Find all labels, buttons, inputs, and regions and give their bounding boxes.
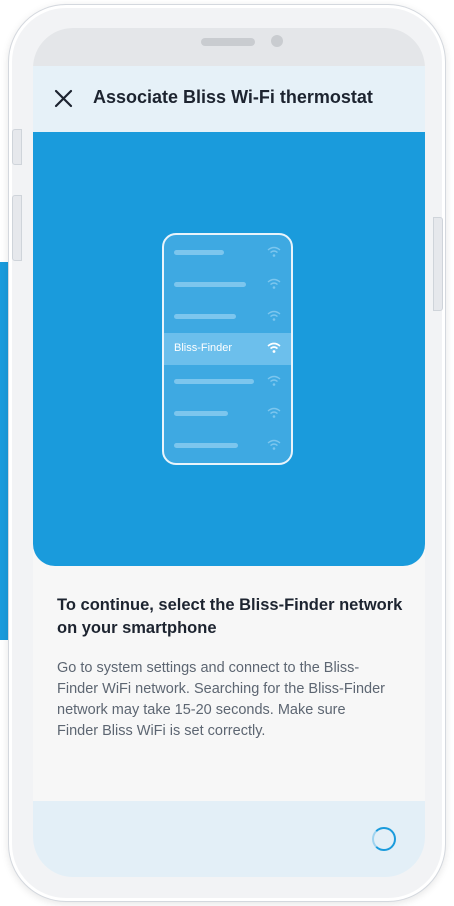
loading-spinner-icon [372, 827, 396, 851]
mute-switch [12, 129, 22, 165]
wifi-icon [267, 375, 281, 386]
phone-screen: Associate Bliss Wi-Fi thermostat Bliss-F… [33, 28, 425, 877]
footer-bar [33, 801, 425, 877]
volume-button [12, 195, 22, 261]
network-list-illustration: Bliss-Finder [162, 233, 293, 465]
wifi-icon [267, 407, 281, 418]
app-header: Associate Bliss Wi-Fi thermostat [33, 66, 425, 132]
network-placeholder-row [164, 366, 291, 398]
wifi-icon [267, 439, 281, 450]
network-placeholder-row [164, 269, 291, 301]
power-button [433, 217, 443, 311]
network-name: Bliss-Finder [174, 342, 233, 354]
network-placeholder-row [164, 301, 291, 333]
network-placeholder-row [164, 430, 291, 462]
wifi-icon [267, 278, 281, 289]
network-placeholder-row [164, 237, 291, 269]
wifi-icon [267, 246, 281, 257]
network-placeholder-row [164, 398, 291, 430]
wifi-icon [267, 310, 281, 321]
close-icon [54, 89, 73, 108]
page-title: Associate Bliss Wi-Fi thermostat [93, 87, 373, 107]
instructions-section: To continue, select the Bliss-Finder net… [33, 566, 425, 801]
speaker-grille [201, 38, 255, 46]
network-item-selected: Bliss-Finder [164, 333, 291, 365]
wifi-icon [267, 342, 281, 353]
instructions-heading: To continue, select the Bliss-Finder net… [57, 596, 403, 637]
instructions-body: Go to system settings and connect to the… [57, 660, 385, 739]
status-area [33, 28, 425, 66]
front-camera [271, 35, 283, 47]
illustration-panel: Bliss-Finder [33, 132, 425, 566]
close-button[interactable] [51, 86, 77, 112]
